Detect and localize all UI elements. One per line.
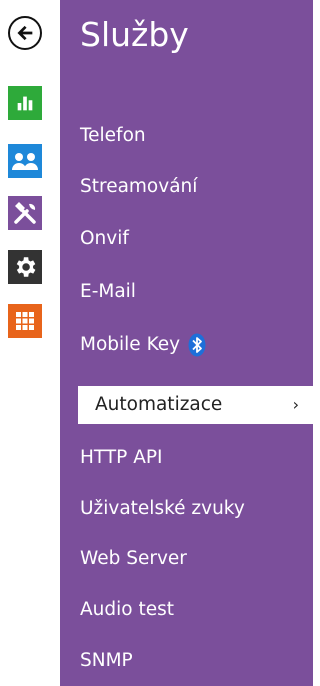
menu-item-label: Web Server — [80, 548, 187, 569]
tools-icon — [14, 202, 36, 224]
menu-item-web-server[interactable]: Web Server — [80, 540, 313, 578]
menu-item-label: Audio test — [80, 599, 174, 620]
arrow-left-icon — [17, 25, 33, 41]
bar-chart-icon — [17, 96, 33, 111]
status-nav-button[interactable] — [8, 86, 42, 120]
services-nav-button[interactable] — [8, 304, 42, 338]
menu-item-audio-test[interactable]: Audio test — [80, 591, 313, 629]
menu-item-label: Automatizace — [95, 394, 223, 415]
menu-item-streamovani[interactable]: Streamování — [80, 168, 313, 206]
menu-item-label: Telefon — [80, 125, 146, 146]
users-icon — [12, 153, 38, 170]
menu-item-label: Uživatelské zvuky — [80, 498, 245, 519]
gear-icon — [16, 257, 36, 277]
menu-item-label: Streamování — [80, 176, 198, 197]
menu-item-onvif[interactable]: Onvif — [80, 220, 313, 258]
users-nav-button[interactable] — [8, 144, 42, 178]
page-title: Služby — [80, 15, 189, 54]
grid-icon — [16, 312, 34, 330]
menu-item-label: Onvif — [80, 228, 129, 249]
menu-item-label: HTTP API — [80, 447, 163, 468]
bluetooth-icon — [188, 333, 206, 357]
back-button[interactable] — [8, 16, 42, 50]
hardware-nav-button[interactable] — [8, 196, 42, 230]
menu-item-telefon[interactable]: Telefon — [80, 117, 313, 155]
icon-rail — [0, 0, 60, 686]
settings-nav-button[interactable] — [8, 250, 42, 284]
menu-item-label: E-Mail — [80, 281, 136, 302]
menu-item-snmp[interactable]: SNMP — [80, 642, 313, 680]
menu-item-automatizace[interactable]: Automatizace › — [78, 386, 313, 424]
menu-item-uzivatelske-zvuky[interactable]: Uživatelské zvuky — [80, 490, 313, 528]
menu-item-http-api[interactable]: HTTP API — [80, 439, 313, 477]
menu-item-label: Mobile Key — [80, 334, 181, 355]
menu-item-label: SNMP — [80, 650, 133, 671]
chevron-right-icon: › — [292, 395, 299, 414]
menu-item-mobile-key[interactable]: Mobile Key — [80, 326, 313, 364]
menu-item-email[interactable]: E-Mail — [80, 273, 313, 311]
